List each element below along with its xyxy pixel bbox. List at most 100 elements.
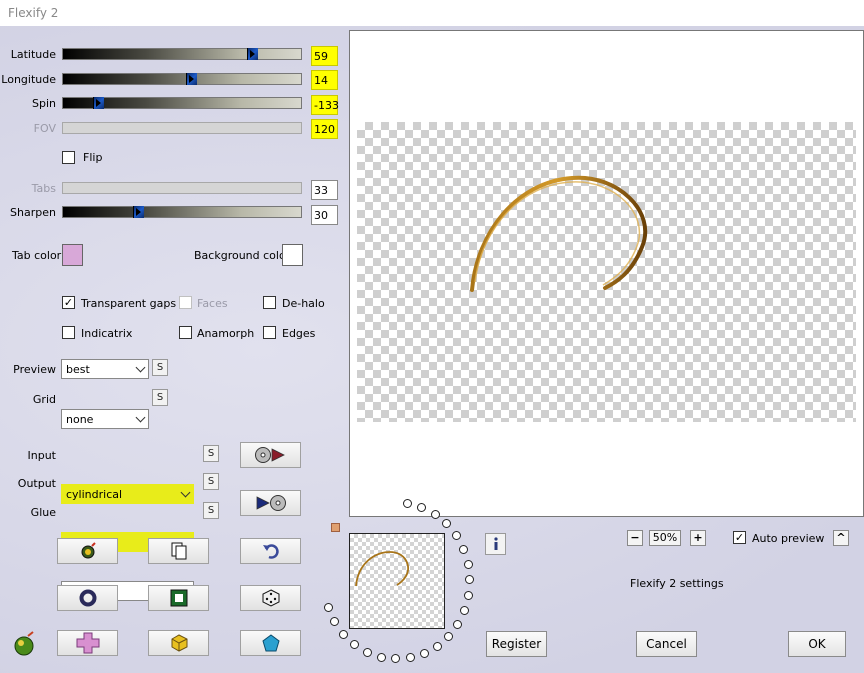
fov-label: FOV [33,122,56,135]
de-halo-checkbox[interactable] [263,296,276,309]
faces-checkbox [179,296,192,309]
tab-color-swatch[interactable] [62,244,83,266]
register-button[interactable]: Register [486,631,547,657]
navigator-dot[interactable] [330,617,339,626]
latitude-value[interactable]: 59 [311,46,338,66]
cross-icon [76,632,99,654]
longitude-slider[interactable] [62,73,302,85]
glue-label: Glue [30,506,56,519]
navigator-dot[interactable] [460,606,469,615]
undo-button[interactable] [240,538,301,564]
bomb-icon [81,542,96,559]
copy-button[interactable] [148,538,209,564]
chevron-down-icon [135,412,146,423]
preview-select[interactable]: best [61,359,149,379]
edges-checkbox[interactable] [263,326,276,339]
flip-checkbox[interactable] [62,151,75,164]
preview-image [357,122,856,422]
anamorph-checkbox[interactable] [179,326,192,339]
spin-value[interactable]: -133 [311,95,339,115]
ring-button[interactable] [57,585,118,611]
transparent-gaps-checkbox[interactable]: ✓ [62,296,75,309]
navigator-dot[interactable] [324,603,333,612]
navigator-dot[interactable] [464,591,473,600]
longitude-thumb[interactable] [186,73,197,85]
disc-play-icon [254,447,285,463]
navigator-dot[interactable] [452,531,461,540]
collapse-button[interactable]: ^ [833,530,849,546]
input-select-value: cylindrical [66,488,123,501]
longitude-label: Longitude [1,73,56,86]
navigator-dot[interactable] [442,519,451,528]
navigator-dot[interactable] [444,632,453,641]
navigator-dot[interactable] [363,648,372,657]
random-button[interactable] [240,585,301,611]
spin-label: Spin [32,97,56,110]
latitude-thumb[interactable] [247,48,258,60]
grid-select[interactable]: none [61,409,149,429]
cube-icon [171,634,187,652]
navigator-dot[interactable] [459,545,468,554]
grid-select-value: none [66,413,94,426]
title-bar: Flexify 2 [0,0,864,26]
navigator-dot[interactable] [464,560,473,569]
navigator-dot[interactable] [431,510,440,519]
latitude-slider[interactable] [62,48,302,60]
navigator-dot[interactable] [465,575,474,584]
cube-button[interactable] [148,630,209,656]
input-select[interactable]: cylindrical [61,484,194,504]
tab-color-label: Tab color [12,249,62,262]
navigator-dot[interactable] [377,653,386,662]
output-to-input-button[interactable] [240,490,301,516]
navigator-dot[interactable] [453,620,462,629]
reset-button[interactable] [57,538,118,564]
fov-value[interactable]: 120 [311,119,338,139]
tabs-value[interactable]: 33 [311,180,338,200]
glue-s-button[interactable]: S [203,502,219,519]
spin-thumb[interactable] [93,97,104,109]
input-s-button[interactable]: S [203,445,219,462]
navigator-dot[interactable] [420,649,429,658]
chevron-down-icon [135,362,146,373]
background-color-swatch[interactable] [282,244,303,266]
sharpen-slider[interactable] [62,206,302,218]
spin-slider[interactable] [62,97,302,109]
cancel-button[interactable]: Cancel [636,631,697,657]
preview-s-button[interactable]: S [152,359,168,376]
info-button[interactable] [485,533,506,555]
auto-preview-checkbox[interactable]: ✓ [733,531,746,544]
navigator-dot[interactable] [417,503,426,512]
flip-label: Flip [83,151,103,164]
ok-button[interactable]: OK [788,631,846,657]
navigator-dot[interactable] [403,499,412,508]
input-to-output-button[interactable] [240,442,301,468]
navigator-dot[interactable] [350,640,359,649]
edges-label: Edges [282,327,316,340]
navigator-thumbnail[interactable] [349,533,445,629]
tabs-slider [62,182,302,194]
output-label: Output [17,477,56,490]
navigator-dot[interactable] [406,653,415,662]
faces-label: Faces [197,297,228,310]
indicatrix-checkbox[interactable] [62,326,75,339]
ring-icon [79,589,96,607]
navigator-anchor[interactable] [331,523,340,532]
thumbnail-arc-image [355,551,410,587]
pentagon-button[interactable] [240,630,301,656]
zoom-out-button[interactable]: − [627,530,643,546]
sharpen-value[interactable]: 30 [311,205,338,225]
sharpen-thumb[interactable] [133,206,144,218]
grid-label: Grid [32,393,56,406]
grid-s-button[interactable]: S [152,389,168,406]
zoom-in-button[interactable]: + [690,530,706,546]
input-label: Input [27,449,56,462]
navigator-dot[interactable] [391,654,400,663]
undo-icon [262,544,279,559]
navigator-dot[interactable] [339,630,348,639]
output-s-button[interactable]: S [203,473,219,490]
longitude-value[interactable]: 14 [311,70,338,90]
frame-button[interactable] [148,585,209,611]
cross-button[interactable] [57,630,118,656]
play-disc-icon [256,495,286,511]
navigator-dot[interactable] [433,642,442,651]
